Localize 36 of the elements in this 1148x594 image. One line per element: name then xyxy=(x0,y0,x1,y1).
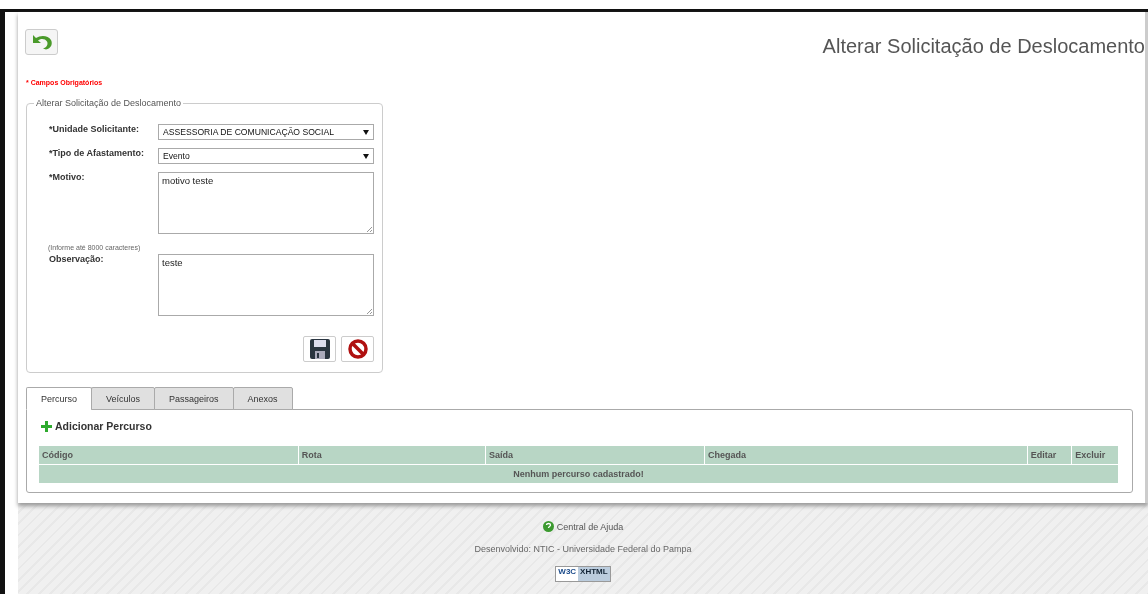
validator-badge[interactable]: W3C XHTML xyxy=(555,566,611,582)
select-field[interactable]: Evento xyxy=(158,148,374,164)
page-title: Alterar Solicitação de Deslocamento xyxy=(822,35,1145,58)
tab[interactable]: Anexos xyxy=(232,387,293,410)
save-button[interactable] xyxy=(303,336,336,362)
help-icon xyxy=(542,521,554,532)
plus-icon xyxy=(41,420,52,432)
select-field[interactable]: ASSESSORIA DE COMUNICAÇÃO SOCIAL xyxy=(158,124,374,140)
empty-table-message: Nenhum percurso cadastrado! xyxy=(39,465,1118,483)
back-button[interactable] xyxy=(25,29,58,55)
credits-text: Desenvolvido: NTIC - Universidade Federal do Pampa xyxy=(474,544,692,554)
cancel-button[interactable] xyxy=(341,336,374,362)
resize-grip-icon[interactable] xyxy=(366,308,372,314)
field-label: *Motivo: xyxy=(49,172,86,182)
column-header: Excluir xyxy=(1072,446,1118,464)
column-header: Código xyxy=(39,446,298,464)
resize-grip-icon[interactable] xyxy=(366,226,372,232)
text-area[interactable]: teste xyxy=(158,254,374,316)
tab[interactable]: Passageiros xyxy=(154,387,234,410)
form-legend: Alterar Solicitação de Deslocamento xyxy=(34,98,184,108)
column-header: Saída xyxy=(485,446,704,464)
tab[interactable]: Percurso xyxy=(26,387,92,410)
column-header: Editar xyxy=(1027,446,1072,464)
column-header: Chegada xyxy=(705,446,1027,464)
field-label: *Tipo de Afastamento: xyxy=(49,148,145,158)
text-area[interactable]: motivo teste xyxy=(158,172,374,234)
column-header: Rota xyxy=(298,446,485,464)
field-label: Observação: xyxy=(49,254,105,264)
prohibited-icon xyxy=(347,339,368,359)
undo-arrow-icon xyxy=(30,34,53,50)
help-link[interactable]: Central de Ajuda xyxy=(542,521,624,532)
dropdown-caret-icon xyxy=(363,153,369,159)
dropdown-caret-icon xyxy=(363,129,369,135)
tab[interactable]: Veículos xyxy=(91,387,156,410)
add-route-link[interactable]: Adicionar Percurso xyxy=(41,420,1119,432)
field-label: *Unidade Solicitante: xyxy=(49,124,140,134)
